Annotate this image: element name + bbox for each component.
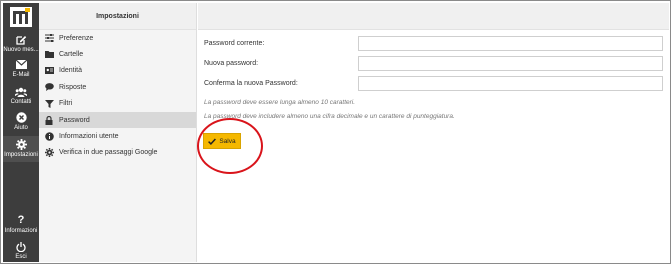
filter-icon <box>44 99 54 108</box>
taskbar-compose[interactable]: Nuovo mes... <box>3 34 39 54</box>
taskbar-info-label: Informazioni <box>4 228 38 234</box>
taskbar-email-label: E-Mail <box>12 72 30 78</box>
folder-icon <box>44 50 54 59</box>
settings-item-identities[interactable]: Identità <box>39 63 196 79</box>
taskbar-contacts[interactable]: Contatti <box>3 86 39 106</box>
taskbar-help[interactable]: Aiuto <box>3 112 39 132</box>
settings-item-label: Password <box>59 116 90 124</box>
settings-item-responses[interactable]: Risposte <box>39 79 196 95</box>
gear-icon <box>15 139 27 150</box>
taskbar-contacts-label: Contatti <box>10 99 32 105</box>
help-circle-icon <box>15 112 27 123</box>
sliders-icon <box>44 34 54 43</box>
settings-item-label: Verifica in due passaggi Google <box>59 149 158 157</box>
save-button-label: Salva <box>219 137 236 145</box>
id-card-icon <box>44 66 54 75</box>
settings-list: Preferenze Cartelle Identità Risposte Fi… <box>39 30 196 161</box>
current-password-row: Password corrente: <box>204 36 264 51</box>
taskbar-compose-label: Nuovo mes... <box>3 47 39 53</box>
settings-item-label: Informazioni utente <box>59 133 119 141</box>
settings-header: Impostazioni <box>39 3 196 30</box>
settings-item-password[interactable]: Password <box>39 111 196 129</box>
settings-item-label: Preferenze <box>59 34 94 42</box>
taskbar-settings-label: Impostazioni <box>4 152 38 158</box>
taskbar-info[interactable]: ? Informazioni <box>3 215 39 235</box>
password-chars-hint: La password deve includere almeno una ci… <box>204 113 455 120</box>
taskbar-logout[interactable]: Esci <box>3 241 39 261</box>
save-button[interactable]: Salva <box>203 133 241 149</box>
compose-icon <box>15 34 27 45</box>
password-settings-main: Password corrente: Nuova password: Confe… <box>198 3 669 262</box>
settings-item-label: Cartelle <box>59 51 84 59</box>
new-password-row: Nuova password: <box>204 56 258 71</box>
settings-item-filters[interactable]: Filtri <box>39 96 196 112</box>
password-length-hint: La password deve essere lunga almeno 10 … <box>204 99 356 106</box>
power-icon <box>15 241 27 252</box>
settings-item-preferences[interactable]: Preferenze <box>39 30 196 46</box>
lock-icon <box>44 115 54 125</box>
settings-item-label: Filtri <box>59 100 73 108</box>
taskbar-help-label: Aiuto <box>14 125 28 131</box>
comment-icon <box>44 83 54 92</box>
current-password-input[interactable] <box>358 36 663 51</box>
new-password-input[interactable] <box>358 56 663 71</box>
confirm-password-label: Conferma la nuova Password: <box>204 80 298 87</box>
settings-panel: Impostazioni Preferenze Cartelle Identit… <box>39 3 197 262</box>
check-icon <box>208 137 217 145</box>
envelope-icon <box>15 59 27 70</box>
contacts-icon <box>15 86 27 97</box>
current-password-label: Password corrente: <box>204 40 265 47</box>
question-icon: ? <box>17 215 25 226</box>
gear-icon <box>44 148 54 158</box>
main-header <box>198 3 669 30</box>
settings-item-label: Risposte <box>59 83 87 91</box>
confirm-password-row: Conferma la nuova Password: <box>204 76 298 91</box>
confirm-password-input[interactable] <box>358 76 663 91</box>
m-logo-icon[interactable] <box>5 5 37 29</box>
taskbar-settings[interactable]: Impostazioni <box>3 136 39 162</box>
settings-item-folders[interactable]: Cartelle <box>39 46 196 62</box>
window-frame: Nuovo mes... E-Mail Contatti Aiuto Impos <box>0 0 671 264</box>
taskbar-logout-label: Esci <box>15 254 27 260</box>
taskbar-email[interactable]: E-Mail <box>3 59 39 79</box>
settings-item-label: Identità <box>59 67 82 75</box>
info-icon <box>44 132 54 141</box>
app-taskbar: Nuovo mes... E-Mail Contatti Aiuto Impos <box>3 3 39 262</box>
new-password-label: Nuova password: <box>204 60 259 67</box>
settings-item-two-step[interactable]: Verifica in due passaggi Google <box>39 145 196 161</box>
settings-item-user-info[interactable]: Informazioni utente <box>39 128 196 144</box>
